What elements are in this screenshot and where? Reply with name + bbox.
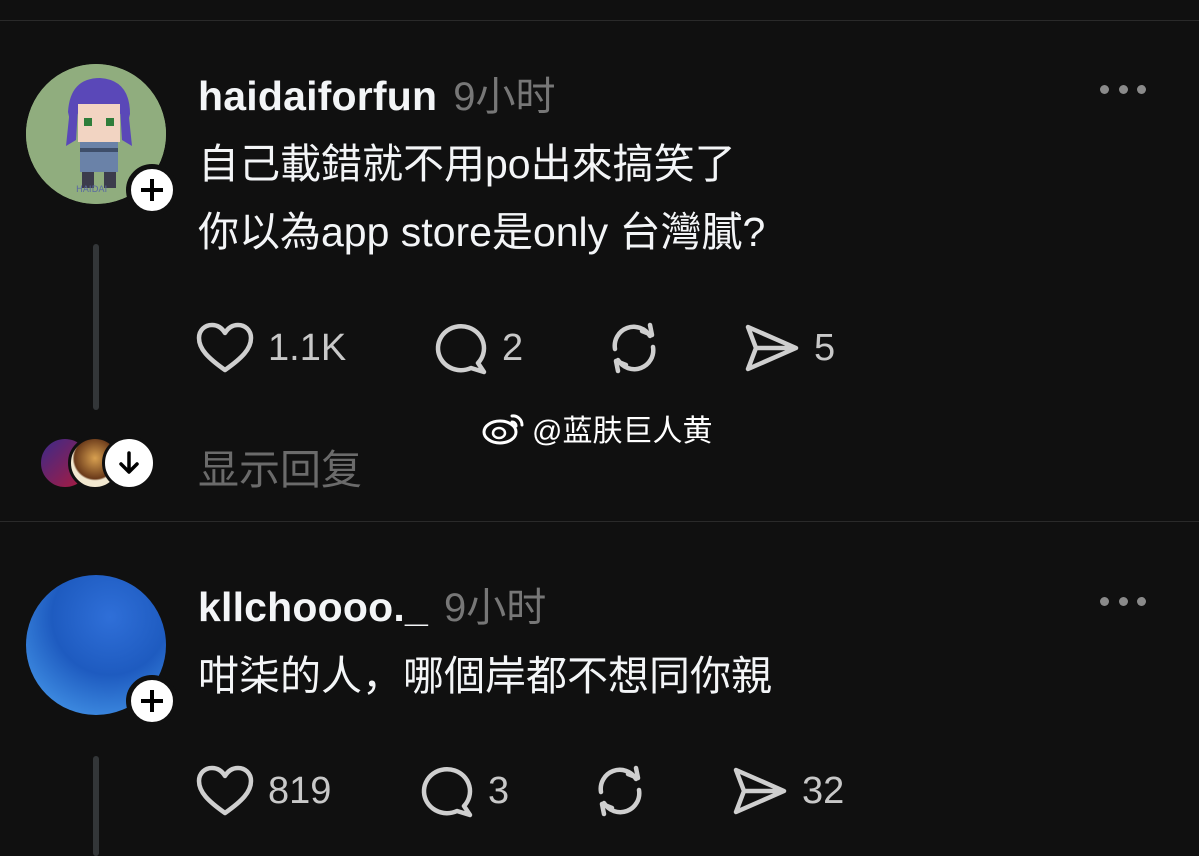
thread-line — [93, 244, 99, 410]
timestamp: 9小时 — [453, 75, 556, 119]
repost-icon — [598, 765, 642, 817]
share-button[interactable]: 32 — [732, 761, 844, 821]
comment-button[interactable]: 3 — [418, 761, 509, 821]
comment-icon — [435, 323, 487, 375]
more-icon-dot — [1100, 84, 1109, 94]
watermark: @蓝肤巨人黄 — [482, 406, 712, 450]
repost-icon — [612, 322, 656, 374]
arrow-down-icon — [119, 451, 139, 474]
more-icon-dot — [1137, 596, 1146, 606]
post-1: HAIDAI haidaiforfun 9小时 自己載錯就不用po出來搞笑了 你… — [0, 0, 1199, 521]
action-bar: 819 3 32 — [196, 761, 896, 821]
comment-icon — [421, 766, 473, 818]
show-replies-link[interactable]: 显示回复 — [198, 436, 362, 496]
avatar-logo-text: HAIDAI — [76, 185, 107, 195]
post-text-line: 自己載錯就不用po出來搞笑了 — [198, 141, 736, 187]
send-icon — [733, 767, 787, 815]
more-icon-dot — [1118, 84, 1128, 94]
plus-icon — [141, 690, 163, 712]
username[interactable]: kllchoooo._ — [198, 584, 428, 631]
more-button[interactable] — [1100, 595, 1146, 607]
more-icon-dot — [1100, 596, 1109, 606]
post-text: 自己載錯就不用po出來搞笑了 你以為app store是only 台灣膩? — [198, 130, 765, 266]
post-text: 咁柒的人，哪個岸都不想同你親 — [198, 642, 772, 710]
share-button[interactable]: 5 — [744, 318, 835, 378]
weibo-icon — [482, 414, 524, 445]
thread-line — [93, 756, 99, 856]
post-header: kllchoooo._ 9小时 — [198, 575, 546, 633]
like-count: 1.1K — [268, 326, 347, 369]
send-icon — [745, 324, 799, 372]
watermark-text: @蓝肤巨人黄 — [532, 415, 713, 448]
share-count: 32 — [802, 769, 845, 812]
more-icon-dot — [1118, 596, 1128, 606]
like-button[interactable]: 1.1K — [196, 318, 346, 378]
post-2: kllchoooo._ 9小时 咁柒的人，哪個岸都不想同你親 819 3 32 — [0, 522, 1199, 856]
show-replies-expand[interactable] — [102, 436, 156, 490]
avatar-1-wrap[interactable]: HAIDAI — [26, 64, 178, 216]
avatar-2-wrap[interactable] — [26, 575, 178, 727]
comment-button[interactable]: 2 — [432, 318, 523, 378]
repost-button[interactable] — [606, 318, 662, 378]
username[interactable]: haidaiforfun — [198, 73, 437, 120]
more-icon-dot — [1137, 84, 1146, 94]
plus-icon — [141, 179, 163, 201]
like-button[interactable]: 819 — [196, 761, 331, 821]
follow-button[interactable] — [126, 675, 178, 727]
heart-icon — [196, 322, 254, 373]
timestamp: 9小时 — [444, 586, 547, 630]
comment-count: 3 — [488, 769, 510, 812]
heart-icon — [196, 765, 254, 816]
follow-button[interactable] — [126, 164, 178, 216]
comment-count: 2 — [502, 326, 524, 369]
post-text-line: 你以為app store是only 台灣膩? — [198, 209, 766, 255]
post-header: haidaiforfun 9小时 — [198, 64, 556, 122]
repost-button[interactable] — [592, 761, 648, 821]
post-text-line: 咁柒的人，哪個岸都不想同你親 — [198, 653, 772, 699]
like-count: 819 — [268, 769, 332, 812]
action-bar: 1.1K 2 5 — [196, 318, 896, 378]
share-count: 5 — [814, 326, 836, 369]
more-button[interactable] — [1100, 83, 1146, 95]
